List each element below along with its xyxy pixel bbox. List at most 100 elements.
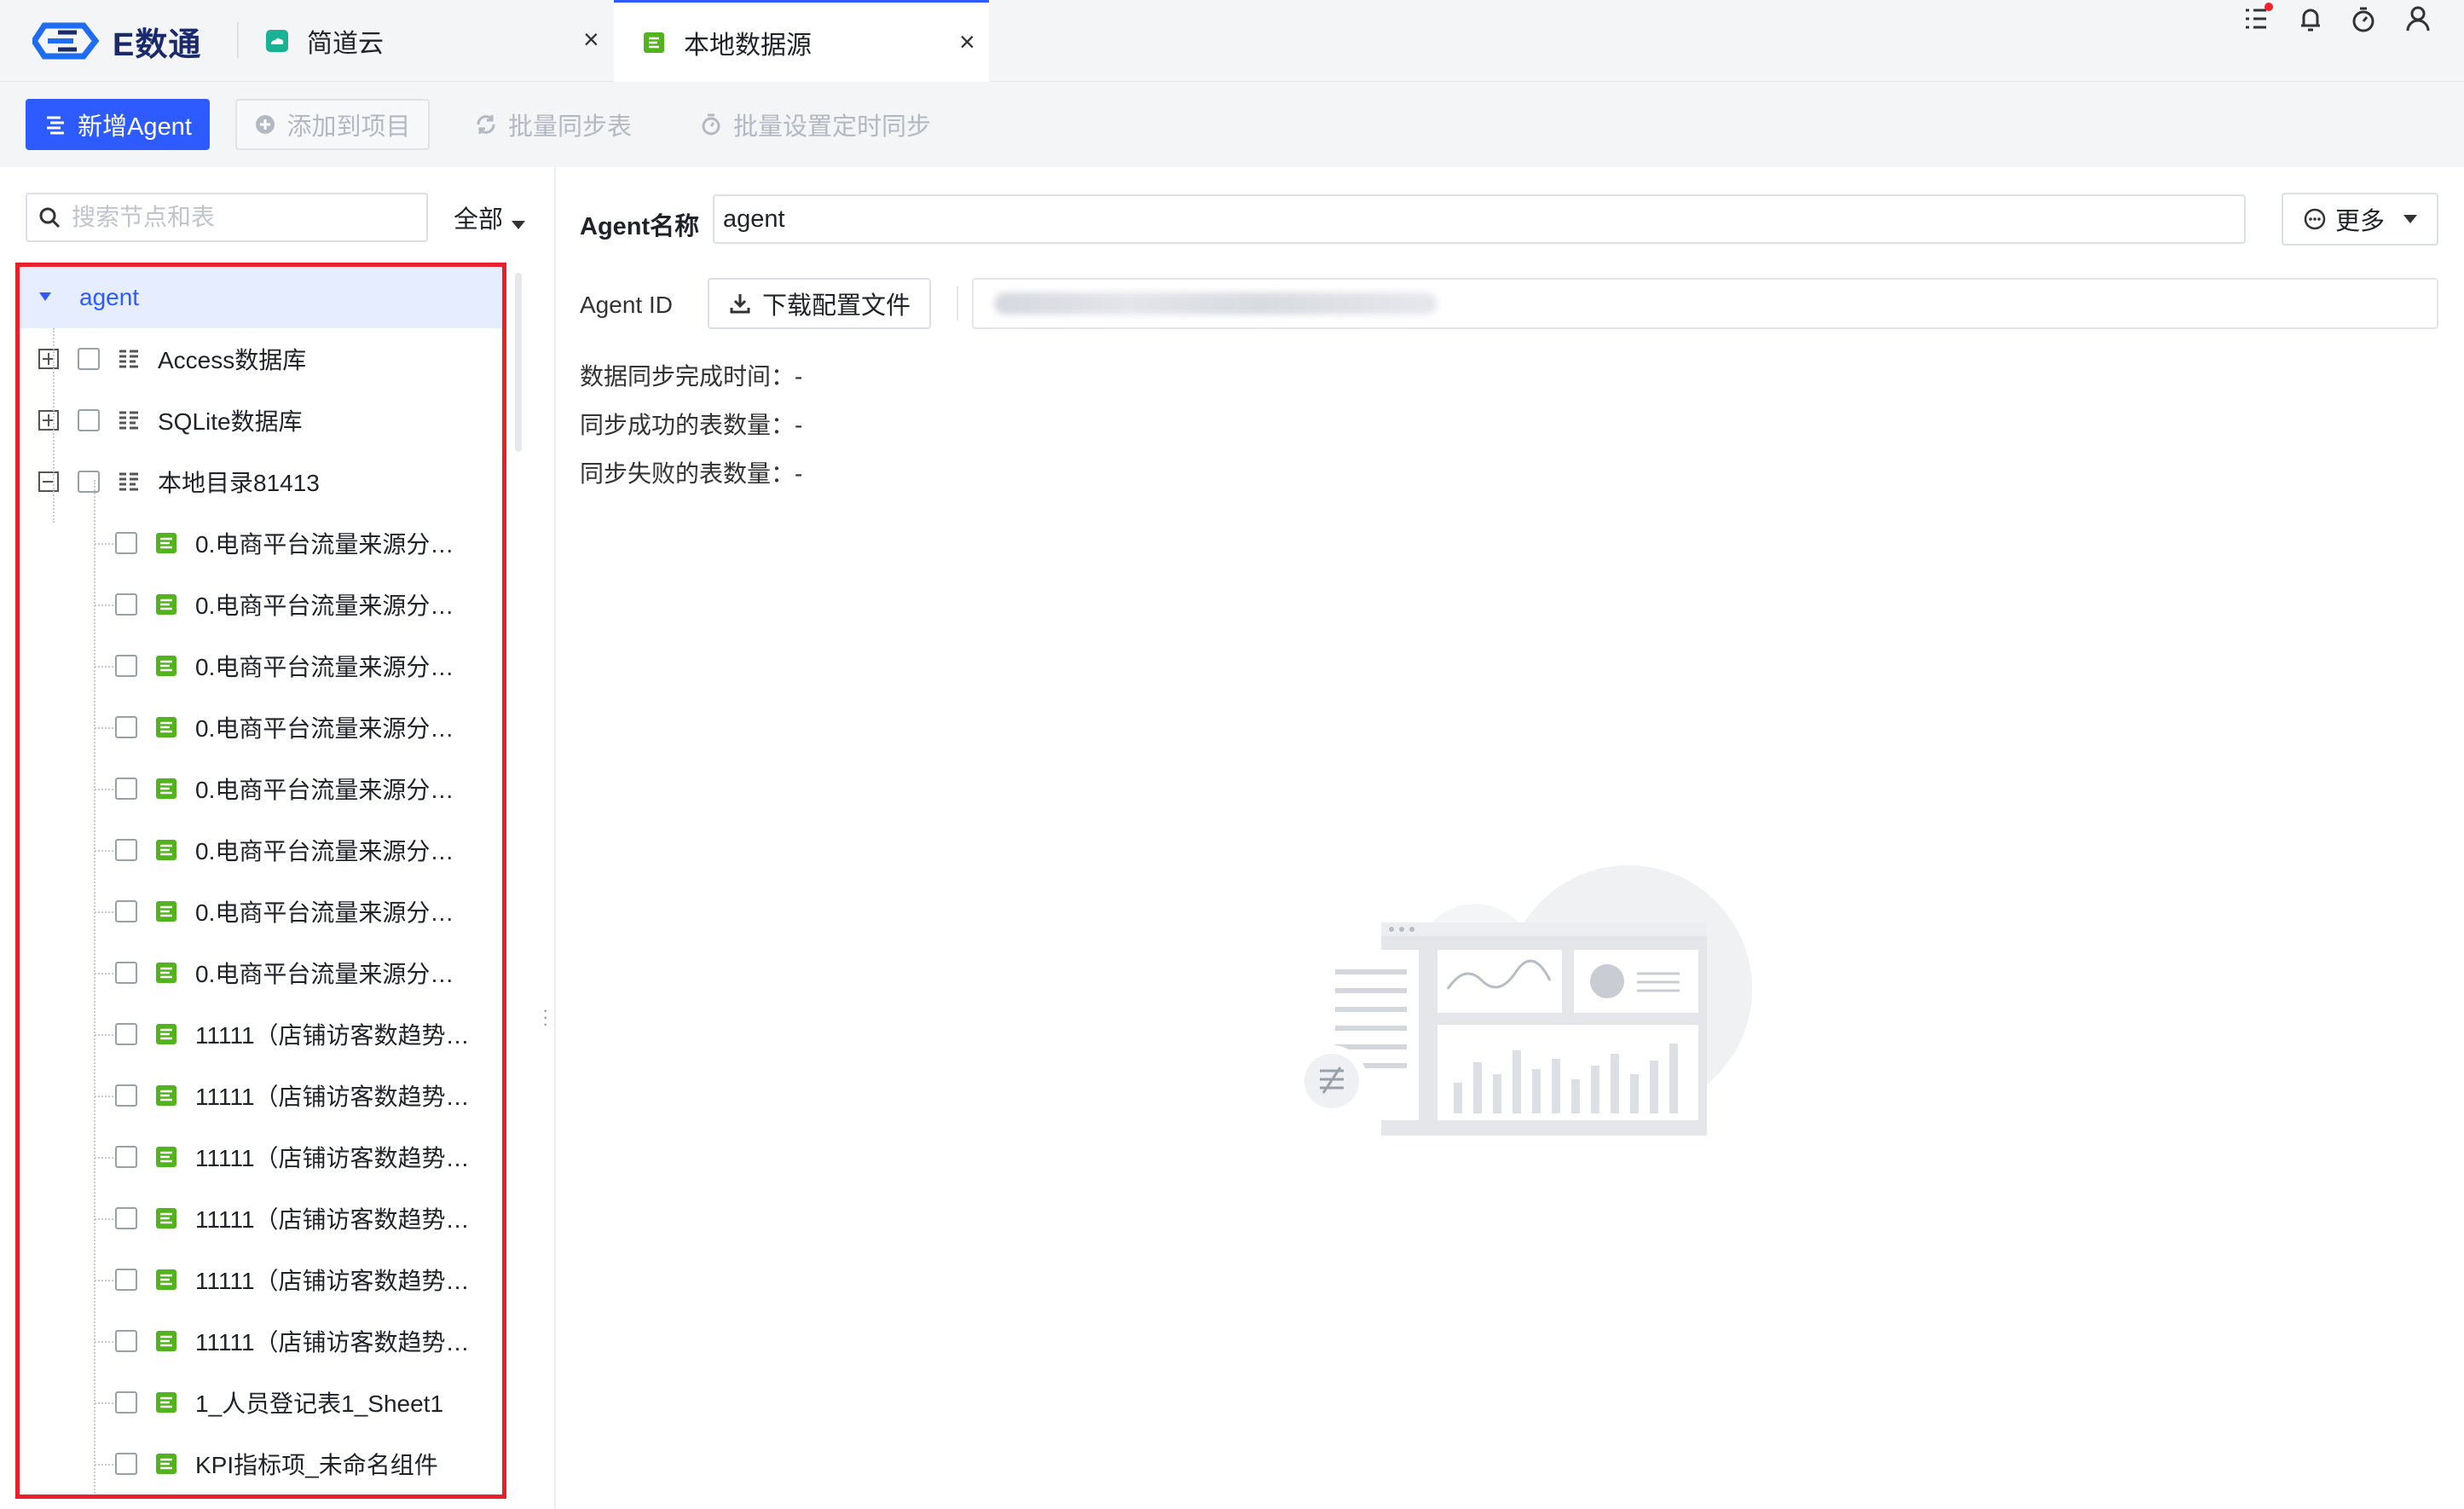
tree-node-table[interactable]: 0.电商平台流量来源分… [20, 635, 502, 697]
table-file-icon [154, 593, 178, 616]
logo-text: E数通 [113, 26, 202, 63]
expand-icon[interactable] [38, 349, 59, 369]
tree-node-table[interactable]: 0.电商平台流量来源分… [20, 697, 502, 758]
tree-guide-line [95, 850, 113, 852]
tree-node-checkbox[interactable] [115, 1207, 137, 1229]
tree-node-label: 0.电商平台流量来源分… [195, 838, 454, 864]
plus-circle-icon [256, 115, 275, 134]
tree-guide-line [95, 666, 113, 668]
tree-node-table[interactable]: 1_人员登记表1_Sheet1 [20, 1372, 502, 1433]
tab-label: 简道云 [307, 30, 384, 58]
tree-node-checkbox[interactable] [78, 348, 100, 370]
tree-node-table[interactable]: 11111（店铺访客数趋势… [20, 1065, 502, 1126]
tree-node-checkbox[interactable] [115, 655, 137, 677]
tree-node-table[interactable]: 0.电商平台流量来源分… [20, 574, 502, 635]
table-file-icon [154, 531, 178, 555]
top-tab-bar: E数通 简道云 × 本地数据源 × [0, 0, 2464, 82]
task-list-icon[interactable] [2241, 0, 2275, 38]
timer-icon[interactable] [2346, 0, 2380, 38]
batch-schedule-button[interactable]: 批量设置定时同步 [699, 99, 931, 150]
tree-node-checkbox[interactable] [115, 1023, 137, 1045]
tree-guide-line [95, 1218, 113, 1220]
tree-node-table[interactable]: 0.电商平台流量来源分… [20, 942, 502, 1003]
tree-node-checkbox[interactable] [115, 716, 137, 738]
tree-node-agent[interactable]: agent [20, 267, 502, 328]
tree-guide-line [95, 1341, 113, 1343]
expand-icon[interactable] [38, 410, 59, 431]
close-icon[interactable]: × [959, 26, 975, 58]
agent-name-input[interactable]: agent [713, 194, 2246, 244]
tree-guide-line [95, 789, 113, 790]
search-box[interactable] [26, 193, 428, 242]
bell-icon[interactable] [2293, 0, 2328, 38]
add-agent-button[interactable]: 新增Agent [26, 99, 210, 150]
tab-local-datasource[interactable]: 本地数据源 × [614, 0, 989, 82]
tree-node-checkbox[interactable] [115, 778, 137, 800]
tree-node-checkbox[interactable] [115, 1146, 137, 1168]
tree-guide-line [95, 1464, 113, 1466]
tree-node-table[interactable]: 11111（店铺访客数趋势… [20, 1310, 502, 1372]
tree-node-table[interactable]: 11111（店铺访客数趋势… [20, 1126, 502, 1188]
agent-id-field[interactable] [972, 278, 2438, 329]
sync-success-count: 同步成功的表数量：- [580, 412, 803, 438]
tree-node-table[interactable]: 0.电商平台流量来源分… [20, 758, 502, 819]
tree-node-table[interactable]: 11111（店铺访客数趋势… [20, 1003, 502, 1065]
tree-node-label: KPI指标项_未命名组件 [195, 1452, 438, 1478]
filter-dropdown[interactable]: 全部 [454, 199, 526, 235]
tab-jiandaoyun[interactable]: 简道云 × [264, 0, 614, 82]
tree-node-label: 本地目录81413 [158, 470, 320, 496]
user-icon[interactable] [2401, 0, 2435, 38]
tree-guide-line [53, 328, 55, 523]
add-to-project-button[interactable]: 添加到项目 [235, 99, 430, 150]
tree-node-checkbox[interactable] [115, 1330, 137, 1352]
tree-node-datasource[interactable]: Access数据库 [20, 328, 502, 390]
datasource-tree: agent Access数据库 SQLite数据库本地目录81413 0.电商平台流量… [15, 263, 506, 1499]
agent-icon [47, 116, 65, 135]
tree-guide-line [95, 1034, 113, 1036]
search-input[interactable] [72, 204, 413, 231]
tree-node-table[interactable]: 11111（店铺访客数趋势… [20, 1188, 502, 1249]
download-config-label: 下载配置文件 [761, 292, 911, 320]
tree-node-checkbox[interactable] [115, 839, 137, 861]
tree-node-table[interactable]: 0.电商平台流量来源分… [20, 819, 502, 881]
tree-node-table[interactable]: 0.电商平台流量来源分… [20, 512, 502, 574]
datasource-icon [117, 408, 141, 432]
tree-guide-line [94, 480, 95, 1495]
batch-sync-button[interactable]: 批量同步表 [474, 99, 632, 150]
agent-id-label: Agent ID [580, 292, 673, 318]
table-file-icon [154, 654, 178, 678]
tree-node-checkbox[interactable] [78, 471, 100, 493]
tree-scrollbar[interactable] [515, 273, 522, 452]
add-to-project-label: 添加到项目 [286, 113, 411, 141]
tree-node-checkbox[interactable] [115, 1391, 137, 1414]
download-config-button[interactable]: 下载配置文件 [708, 278, 931, 329]
tree-node-table[interactable]: 0.电商平台流量来源分… [20, 881, 502, 942]
tree-node-label: 11111（店铺访客数趋势… [195, 1268, 470, 1294]
tree-node-checkbox[interactable] [115, 900, 137, 922]
tree-node-table[interactable]: KPI指标项_未命名组件 [20, 1433, 502, 1495]
tree-node-label: 0.电商平台流量来源分… [195, 593, 454, 619]
caret-down-icon [2403, 215, 2417, 223]
collapse-icon[interactable] [38, 471, 59, 492]
sync-icon [477, 115, 495, 134]
batch-sync-label: 批量同步表 [508, 113, 633, 141]
tree-node-checkbox[interactable] [115, 962, 137, 984]
tree-node-label: 0.电商平台流量来源分… [195, 715, 454, 742]
tree-node-datasource[interactable]: 本地目录81413 [20, 451, 502, 512]
table-file-icon [154, 1268, 178, 1292]
tree-node-checkbox[interactable] [115, 532, 137, 554]
tree-node-checkbox[interactable] [115, 1269, 137, 1291]
tree-node-datasource[interactable]: SQLite数据库 [20, 390, 502, 451]
tree-node-checkbox[interactable] [115, 1084, 137, 1107]
more-button[interactable]: 更多 [2282, 193, 2438, 246]
tab-label: 本地数据源 [684, 31, 812, 60]
tree-node-table[interactable]: 11111（店铺访客数趋势… [20, 1249, 502, 1310]
panel-resize-handle[interactable]: · · · [542, 1001, 548, 1033]
tree-node-checkbox[interactable] [115, 593, 137, 616]
tree-node-checkbox[interactable] [78, 409, 100, 431]
close-icon[interactable]: × [583, 24, 599, 55]
tree-node-label: Access数据库 [158, 347, 307, 373]
tree-node-label: agent [79, 284, 140, 310]
tree-node-checkbox[interactable] [115, 1453, 137, 1475]
caret-down-icon[interactable] [38, 291, 52, 303]
